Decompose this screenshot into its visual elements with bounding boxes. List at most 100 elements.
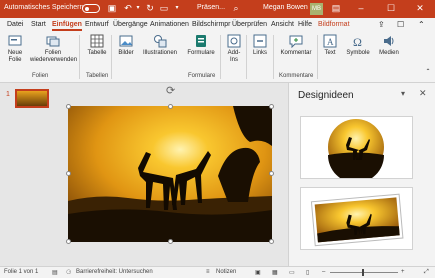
slideshow-view-icon[interactable]: ▯: [306, 269, 309, 276]
slide-canvas: ⟳: [56, 83, 288, 266]
file-name: Präsen...: [197, 4, 226, 11]
slide-number: 1: [6, 91, 10, 98]
resize-handle[interactable]: [269, 239, 274, 244]
illustrations-label: Illustrationen: [142, 50, 178, 56]
notes-icon: ≡: [206, 269, 210, 275]
table-icon: [90, 34, 104, 48]
close-icon[interactable]: ✕: [414, 2, 426, 15]
separator: [79, 35, 80, 79]
illustrations-button[interactable]: Illustrationen: [141, 34, 179, 57]
addins-label: Add-Ins: [227, 50, 241, 63]
links-button[interactable]: Links: [250, 34, 270, 57]
zoom-in-icon[interactable]: +: [401, 269, 405, 275]
tab-hilfe[interactable]: Hilfe: [298, 18, 312, 31]
autosave-toggle[interactable]: [82, 4, 100, 13]
pane-options-icon[interactable]: ▾: [401, 89, 405, 98]
resize-handle[interactable]: [168, 104, 173, 109]
slides-pane: 1: [0, 83, 56, 266]
zoom-slider-thumb[interactable]: [362, 269, 364, 276]
tab-entwurf[interactable]: Entwurf: [85, 18, 109, 31]
link-icon: [253, 34, 267, 48]
design-idea-circle-image: [328, 119, 384, 178]
collapse-ribbon-icon[interactable]: ⌃: [424, 69, 432, 76]
undo-icon[interactable]: ↶: [122, 2, 134, 15]
pictures-button[interactable]: Bilder: [115, 34, 137, 57]
tab-ueberpruefen[interactable]: Überprüfen: [232, 18, 267, 31]
resize-handle[interactable]: [66, 171, 71, 176]
zoom-slider[interactable]: [330, 272, 398, 273]
quick-access-more-icon[interactable]: ▾: [172, 2, 182, 15]
design-idea-frame[interactable]: [300, 187, 413, 250]
reuse-slides-button[interactable]: Folien wiederverwenden: [30, 34, 77, 64]
resize-handle[interactable]: [168, 239, 173, 244]
slide-picture[interactable]: [68, 106, 272, 242]
symbols-label: Symbole: [346, 50, 370, 56]
comment-button[interactable]: Kommentar: [278, 34, 314, 57]
tab-einfuegen[interactable]: Einfügen: [52, 18, 82, 31]
slide-thumbnail[interactable]: [15, 89, 49, 108]
zoom-out-icon[interactable]: –: [322, 269, 325, 275]
design-idea-frame-image: [301, 188, 412, 249]
search-icon[interactable]: ⌕: [230, 2, 242, 15]
redo-icon[interactable]: ↻: [144, 2, 156, 15]
slide-sorter-icon[interactable]: ▦: [272, 269, 278, 276]
avatar[interactable]: MB: [310, 3, 323, 15]
new-slide-icon: [8, 35, 22, 46]
title-bar: Automatisches Speichern ▣ ↶ ▾ ↻ ▭ ▾ Präs…: [0, 0, 435, 18]
text-button[interactable]: A Text: [320, 34, 340, 57]
tab-bildschirmpraesentation[interactable]: Bildschirmpr: [192, 18, 231, 31]
media-button[interactable]: Medien: [376, 34, 402, 57]
text-icon: A: [323, 34, 337, 48]
symbols-button[interactable]: Ω Symbole: [345, 34, 371, 57]
tab-bildformat[interactable]: Bildformat: [318, 18, 350, 31]
resize-handle[interactable]: [269, 104, 274, 109]
svg-text:A: A: [327, 37, 334, 47]
formulas-button[interactable]: Formulare: [185, 34, 217, 57]
ribbon-display-icon[interactable]: ▤: [330, 2, 342, 15]
addins-button[interactable]: Add-Ins: [224, 34, 244, 64]
accessibility-status[interactable]: Barrierefreiheit: Untersuchen: [76, 269, 153, 275]
slideshow-icon[interactable]: ▭: [158, 2, 170, 15]
separator: [220, 35, 221, 79]
comment-icon: [289, 35, 303, 48]
undo-dropdown-icon[interactable]: ▾: [134, 2, 142, 15]
ribbon: Neue Folie Folien wiederverwenden Folien…: [0, 31, 435, 83]
fit-to-window-icon[interactable]: ⤢: [424, 269, 429, 276]
rotate-handle-icon[interactable]: ⟳: [166, 84, 175, 97]
symbols-icon: Ω: [353, 35, 362, 48]
more-icon[interactable]: ⌃: [418, 18, 425, 31]
resize-handle[interactable]: [269, 171, 274, 176]
tab-datei[interactable]: Datei: [7, 18, 23, 31]
group-label-comments: Kommentare: [279, 73, 314, 79]
share-icon[interactable]: ⇪: [378, 18, 385, 31]
tab-animationen[interactable]: Animationen: [150, 18, 189, 31]
save-icon[interactable]: ▣: [106, 2, 118, 15]
design-idea-circle[interactable]: [300, 116, 413, 179]
notes-button[interactable]: Notizen: [216, 269, 236, 275]
resize-handle[interactable]: [66, 104, 71, 109]
comment-label: Kommentar: [280, 50, 312, 56]
minimize-icon[interactable]: –: [355, 2, 367, 15]
pane-title: Designideen: [298, 90, 354, 101]
table-label: Tabelle: [87, 50, 107, 56]
separator: [111, 35, 112, 79]
table-button[interactable]: Tabelle: [84, 34, 110, 57]
formulas-label: Formulare: [187, 50, 215, 56]
reuse-slides-icon: [46, 36, 60, 47]
group-label-slides: Folien: [32, 73, 49, 79]
normal-view-icon[interactable]: ▣: [255, 269, 261, 276]
separator: [246, 35, 247, 79]
close-pane-icon[interactable]: ✕: [419, 88, 427, 99]
autosave-label: Automatisches Speichern: [4, 4, 84, 11]
user-name: Megan Bowen: [263, 4, 308, 11]
language-icon[interactable]: ▤: [52, 269, 58, 276]
tab-ansicht[interactable]: Ansicht: [271, 18, 294, 31]
comments-icon[interactable]: ☐: [397, 18, 404, 31]
slide-counter: Folie 1 von 1: [4, 269, 39, 275]
tab-start[interactable]: Start: [31, 18, 46, 31]
resize-handle[interactable]: [66, 239, 71, 244]
new-slide-button[interactable]: Neue Folie: [3, 34, 27, 64]
tab-uebergaenge[interactable]: Übergänge: [113, 18, 148, 31]
maximize-icon[interactable]: ☐: [385, 2, 397, 15]
reading-view-icon[interactable]: ▭: [289, 269, 295, 276]
